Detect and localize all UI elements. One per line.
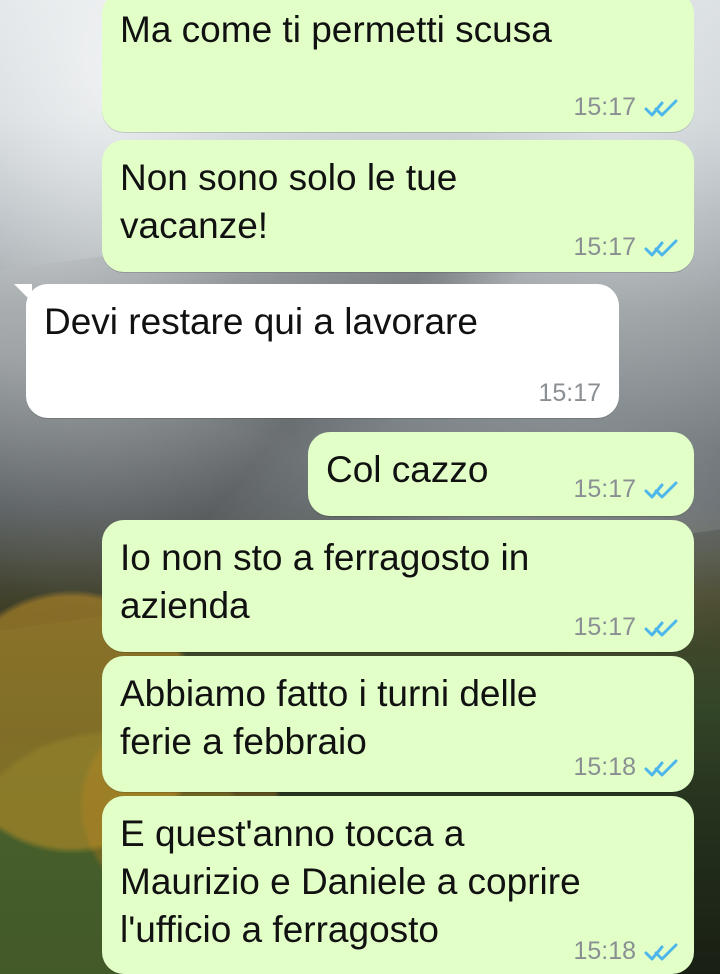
message-meta: 15:17 [573, 615, 678, 640]
message-time: 15:17 [573, 233, 636, 261]
message-time: 15:18 [573, 937, 636, 965]
message-time: 15:17 [573, 613, 636, 641]
message-meta: 15:17 [538, 381, 601, 406]
message-time: 15:18 [573, 753, 636, 781]
message-bubble[interactable]: Non sono solo le tue vacanze! 15:17 [102, 140, 694, 272]
double-check-icon [644, 943, 678, 960]
message-time: 15:17 [573, 475, 636, 503]
message-text: Devi restare qui a lavorare [44, 301, 478, 342]
message-text: E quest'anno tocca a Maurizio e Daniele … [120, 813, 581, 950]
double-check-icon [644, 239, 678, 256]
message-bubble[interactable]: E quest'anno tocca a Maurizio e Daniele … [102, 796, 694, 974]
message-meta: 15:17 [573, 477, 678, 502]
message-bubble[interactable]: Ma come ti permetti scusa 15:17 [102, 0, 694, 132]
message-time: 15:17 [538, 379, 601, 407]
double-check-icon [644, 619, 678, 636]
message-bubble[interactable]: Devi restare qui a lavorare 15:17 [14, 284, 619, 418]
double-check-icon [644, 99, 678, 116]
message-text: Ma come ti permetti scusa [120, 9, 552, 50]
message-time: 15:17 [573, 93, 636, 121]
double-check-icon [644, 759, 678, 776]
message-meta: 15:18 [573, 755, 678, 780]
message-text: Abbiamo fatto i turni delle ferie a febb… [120, 673, 538, 762]
message-bubble[interactable]: Io non sto a ferragosto in azienda 15:17 [102, 520, 694, 652]
message-meta: 15:17 [573, 95, 678, 120]
chat-thread[interactable]: Ma come ti permetti scusa 15:17 Non sono… [0, 0, 720, 974]
message-meta: 15:17 [573, 235, 678, 260]
message-bubble[interactable]: Col cazzo 15:17 [308, 432, 694, 516]
message-meta: 15:18 [573, 939, 678, 964]
double-check-icon [644, 481, 678, 498]
message-bubble[interactable]: Abbiamo fatto i turni delle ferie a febb… [102, 656, 694, 792]
